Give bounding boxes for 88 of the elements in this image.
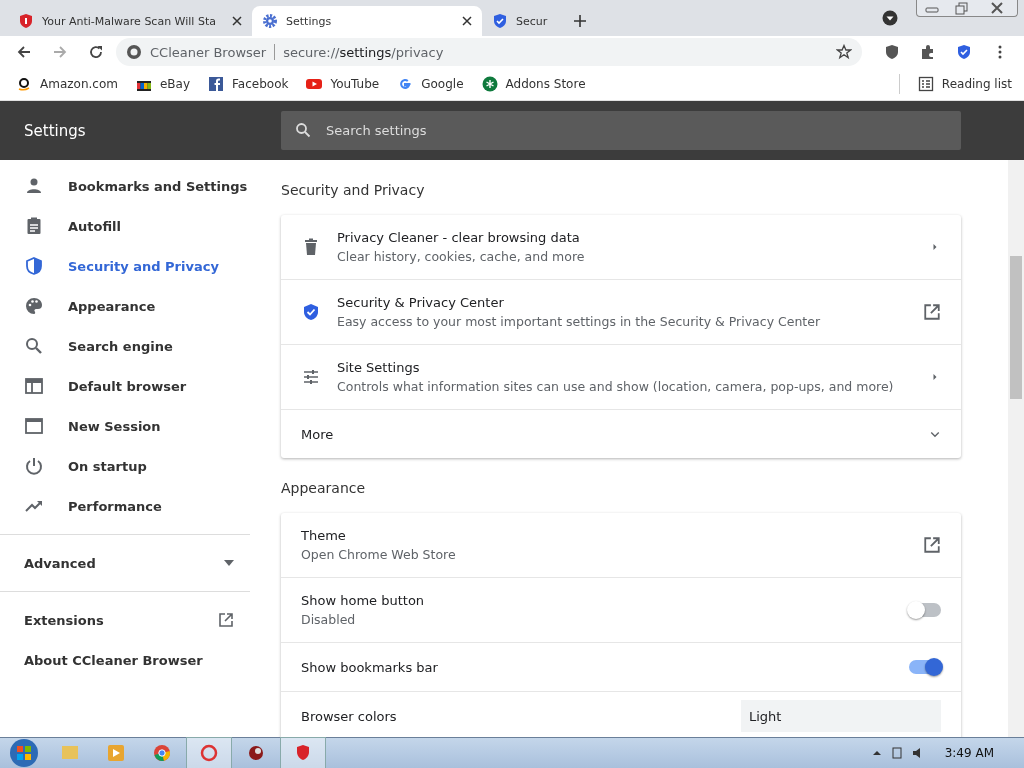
- external-link-icon: [923, 303, 941, 321]
- browser-tab[interactable]: Secur: [482, 6, 562, 36]
- row-description: Open Chrome Web Store: [301, 547, 457, 562]
- row-title: Browser colors: [301, 708, 398, 724]
- row-title: Show home button: [301, 593, 426, 608]
- sidebar-item[interactable]: Search engine: [0, 326, 250, 366]
- search-field[interactable]: Search settings: [281, 111, 961, 150]
- play-icon: [306, 76, 323, 92]
- shield-icon: [301, 302, 321, 322]
- address-bar[interactable]: CCleaner Browser secure://settings/privacy: [116, 38, 862, 66]
- sidebar-item[interactable]: On startup: [0, 446, 250, 486]
- scrollbar[interactable]: [1008, 160, 1024, 737]
- row-description: Disabled: [301, 612, 357, 627]
- window-controls[interactable]: [916, 0, 1018, 17]
- settings-row[interactable]: Security & Privacy Center Easy access to your most important settings in the Security & Privacy Center: [281, 279, 961, 344]
- browser-tab[interactable]: Settings: [252, 6, 482, 36]
- bookmark-item[interactable]: Facebook: [208, 76, 289, 92]
- palette-icon: [24, 296, 44, 316]
- shield-icon[interactable]: [280, 737, 326, 768]
- browser-icon: [24, 376, 44, 396]
- site-icon: [16, 76, 32, 92]
- star-icon[interactable]: [836, 44, 852, 60]
- site-icon: [397, 76, 414, 92]
- shield-icon: [18, 13, 34, 29]
- row-title: More: [301, 426, 335, 442]
- power-icon: [24, 456, 44, 476]
- search-icon: [295, 122, 311, 138]
- settings-row[interactable]: Privacy Cleaner - clear browsing data Clear history, cookies, cache, and more: [281, 215, 961, 279]
- settings-row[interactable]: Show bookmarks bar: [281, 642, 961, 691]
- site-name: CCleaner Browser: [150, 44, 267, 60]
- settings-row[interactable]: Site Settings Controls what information sites can use and show (location, camera, pop-ups, and more): [281, 344, 961, 409]
- page-title: Settings: [23, 121, 87, 140]
- gear-icon: [262, 13, 278, 29]
- external-link-icon: [218, 612, 234, 628]
- extensions-link[interactable]: Extensions: [0, 600, 250, 640]
- advanced-toggle[interactable]: Advanced: [0, 543, 250, 583]
- window-icon: [24, 416, 44, 436]
- sidebar-item[interactable]: Bookmarks and Settings: [0, 166, 250, 206]
- sidebar-item[interactable]: Security and Privacy: [0, 246, 250, 286]
- brand-icon: [126, 44, 142, 60]
- person-icon: [24, 176, 44, 196]
- sidebar-item[interactable]: Autofill: [0, 206, 250, 246]
- bookmark-item[interactable]: Google: [397, 76, 464, 92]
- about-link[interactable]: About CCleaner Browser: [0, 640, 250, 680]
- tab-title: Settings: [286, 14, 333, 28]
- row-title: Security & Privacy Center: [337, 295, 505, 310]
- section-title: Appearance: [281, 480, 367, 496]
- site-icon: [208, 76, 225, 92]
- sidebar-item[interactable]: New Session: [0, 406, 250, 446]
- list-icon: [917, 76, 934, 92]
- url-text: secure://settings/privacy: [283, 44, 445, 60]
- more-row[interactable]: More: [281, 409, 961, 458]
- shield-icon: [24, 256, 44, 276]
- bookmark-item[interactable]: YouTube: [306, 76, 380, 92]
- plus-icon[interactable]: [574, 15, 586, 27]
- dropdown-icon[interactable]: [882, 10, 898, 26]
- settings-row[interactable]: Theme Open Chrome Web Store: [281, 513, 961, 577]
- external-link-icon: [923, 536, 941, 554]
- tab-title: Secur: [516, 14, 549, 28]
- shield-icon: [492, 13, 508, 29]
- row-description: Easy access to your most important settings in the Security & Privacy Center: [337, 314, 822, 329]
- sidebar-item[interactable]: Default browser: [0, 366, 250, 406]
- reading-list-button[interactable]: Reading list: [917, 76, 1012, 92]
- caret-icon: [224, 560, 234, 566]
- close-icon[interactable]: [232, 16, 242, 26]
- row-description: Controls what information sites can use and show (location, camera, pop-ups, and more): [337, 379, 895, 394]
- bookmark-item[interactable]: Addons Store: [481, 76, 586, 92]
- sliders-icon: [301, 367, 321, 387]
- bookmark-item[interactable]: eBay: [135, 76, 191, 92]
- row-description: Clear history, cookies, cache, and more: [337, 249, 586, 264]
- search-icon: [24, 336, 44, 356]
- tab-title: Your Anti-Malware Scan Will Sta: [42, 14, 217, 28]
- row-title: Show bookmarks bar: [301, 659, 439, 675]
- clock: 3:49 AM: [944, 746, 994, 760]
- sidebar-item[interactable]: Performance: [0, 486, 250, 526]
- toggle-switch[interactable]: [909, 603, 941, 617]
- row-title: Privacy Cleaner - clear browsing data: [337, 230, 581, 245]
- dropdown[interactable]: Light: [741, 700, 941, 732]
- browser-tab[interactable]: Your Anti-Malware Scan Will Sta: [8, 6, 252, 36]
- row-title: Site Settings: [337, 360, 421, 375]
- toggle-switch[interactable]: [909, 660, 941, 674]
- close-icon[interactable]: [462, 16, 472, 26]
- bookmark-item[interactable]: Amazon.com: [16, 76, 118, 92]
- row-title: Theme: [301, 528, 347, 543]
- ring-icon[interactable]: [186, 737, 232, 768]
- settings-row[interactable]: Show home button Disabled: [281, 577, 961, 642]
- sidebar-item[interactable]: Appearance: [0, 286, 250, 326]
- section-title: Security and Privacy: [281, 182, 426, 198]
